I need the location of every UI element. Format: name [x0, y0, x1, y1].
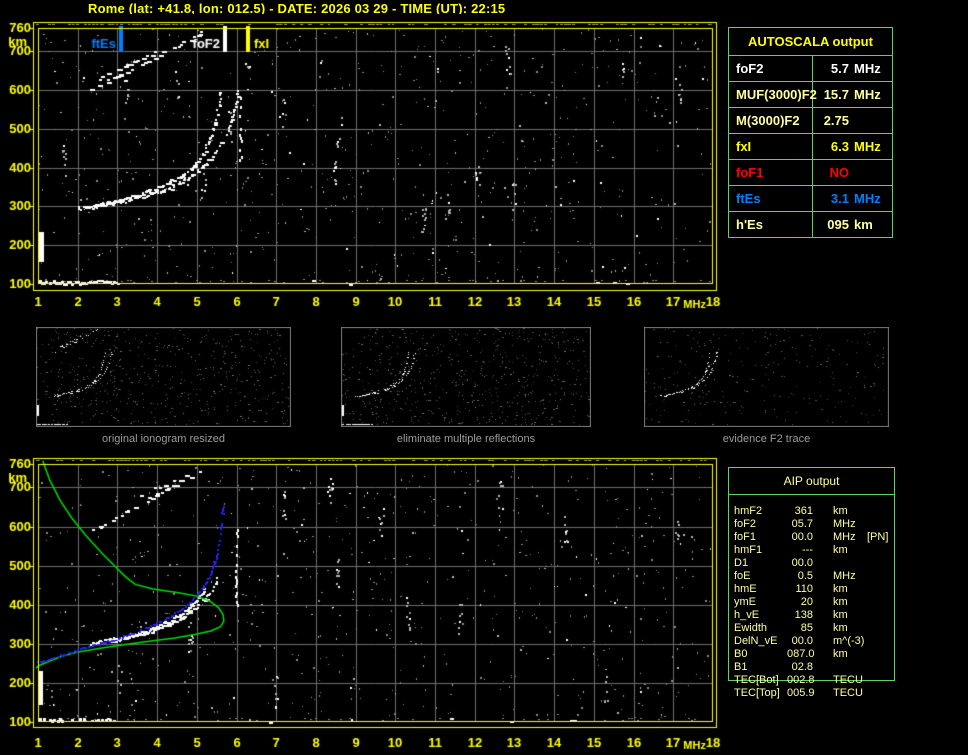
aip-row-ymE: ymE 20 km [734, 596, 848, 608]
row-label: M(3000)F2 [729, 108, 813, 133]
table-row-foF1: foF1 NO [729, 160, 892, 186]
aip-row-B1: B1 02.8 [734, 661, 813, 673]
aip-row-foF2: foF2 05.7 MHz [734, 518, 856, 530]
row-value: 5.7 MHz [830, 61, 881, 76]
aip-row-DelN_vE: DelN_vE 00.0 m^(-3) [734, 635, 865, 647]
table-row-hEs: h'Es 095 km [729, 212, 892, 237]
row-label: fxI [729, 134, 813, 159]
aip-row-Ewidth: Ewidth 85 km [734, 622, 848, 634]
table-row-MUF3000F2: MUF(3000)F2 15.7 MHz [729, 82, 892, 108]
thumbnail-caption-evidence: evidence F2 trace [722, 433, 811, 445]
thumbnail-caption-eliminate: eliminate multiple reflections [396, 433, 536, 445]
table-row-ftEs: ftEs 3.1 MHz [729, 186, 892, 212]
aip-row-foF1: foF1 00.0 MHz [PN] [734, 531, 889, 543]
row-label: MUF(3000)F2 [729, 82, 817, 107]
row-label: foF2 [729, 56, 813, 81]
autoscala-panel-title: AUTOSCALA output [729, 28, 892, 56]
row-label: foF1 [729, 160, 813, 185]
aip-row-foE: foE 0.5 MHz [734, 570, 856, 582]
row-value: 3.1 MHz [830, 191, 881, 206]
aip-output-panel: AIP output hmF2 361 km foF2 05.7 MHz foF1 00.… [728, 467, 895, 699]
row-label: ftEs [729, 186, 813, 211]
thumbnail-caption-original: original ionogram resized [102, 433, 225, 445]
thumbnail-original-ionogram [36, 327, 291, 427]
aip-row-TEC-Bot: TEC[Bot] 002.8 TECU [734, 674, 863, 686]
bottom-ionogram-plot [0, 450, 730, 755]
row-value: 6.3 MHz [830, 139, 881, 154]
thumbnail-eliminate-reflections [341, 327, 591, 427]
row-value: 2.75 [823, 113, 849, 128]
top-ionogram-plot [0, 14, 730, 316]
row-value: 095 km [827, 217, 873, 232]
aip-rows: hmF2 361 km foF2 05.7 MHz foF1 00.0 MHz [PN] hm… [729, 505, 894, 700]
thumbnail-evidence-f2-trace [644, 327, 889, 427]
aip-panel-title: AIP output [729, 468, 894, 495]
row-value: NO [829, 165, 850, 180]
row-label: h'Es [729, 212, 813, 237]
aip-row-h_vE: h_vE 138 km [734, 609, 848, 621]
table-row-M3000F2: M(3000)F2 2.75 [729, 108, 892, 134]
aip-row-hmF1: hmF1 --- km [734, 544, 848, 556]
table-row-fxI: fxI 6.3 MHz [729, 134, 892, 160]
aip-row-D1: D1 00.0 [734, 557, 813, 569]
aip-row-hmE: hmE 110 km [734, 583, 848, 595]
autoscala-output-panel: AUTOSCALA output foF2 5.7 MHz MUF(3000)F… [728, 27, 893, 238]
aip-row-hmF2: hmF2 361 km [734, 505, 848, 517]
aip-row-TEC-Top: TEC[Top] 005.9 TECU [734, 687, 863, 699]
row-value: 15.7 MHz [823, 87, 881, 102]
table-row-foF2: foF2 5.7 MHz [729, 56, 892, 82]
autoscala-screen: Rome (lat: +41.8, lon: 012.5) - DATE: 20… [0, 0, 968, 755]
aip-row-B0: B0 087.0 km [734, 648, 848, 660]
